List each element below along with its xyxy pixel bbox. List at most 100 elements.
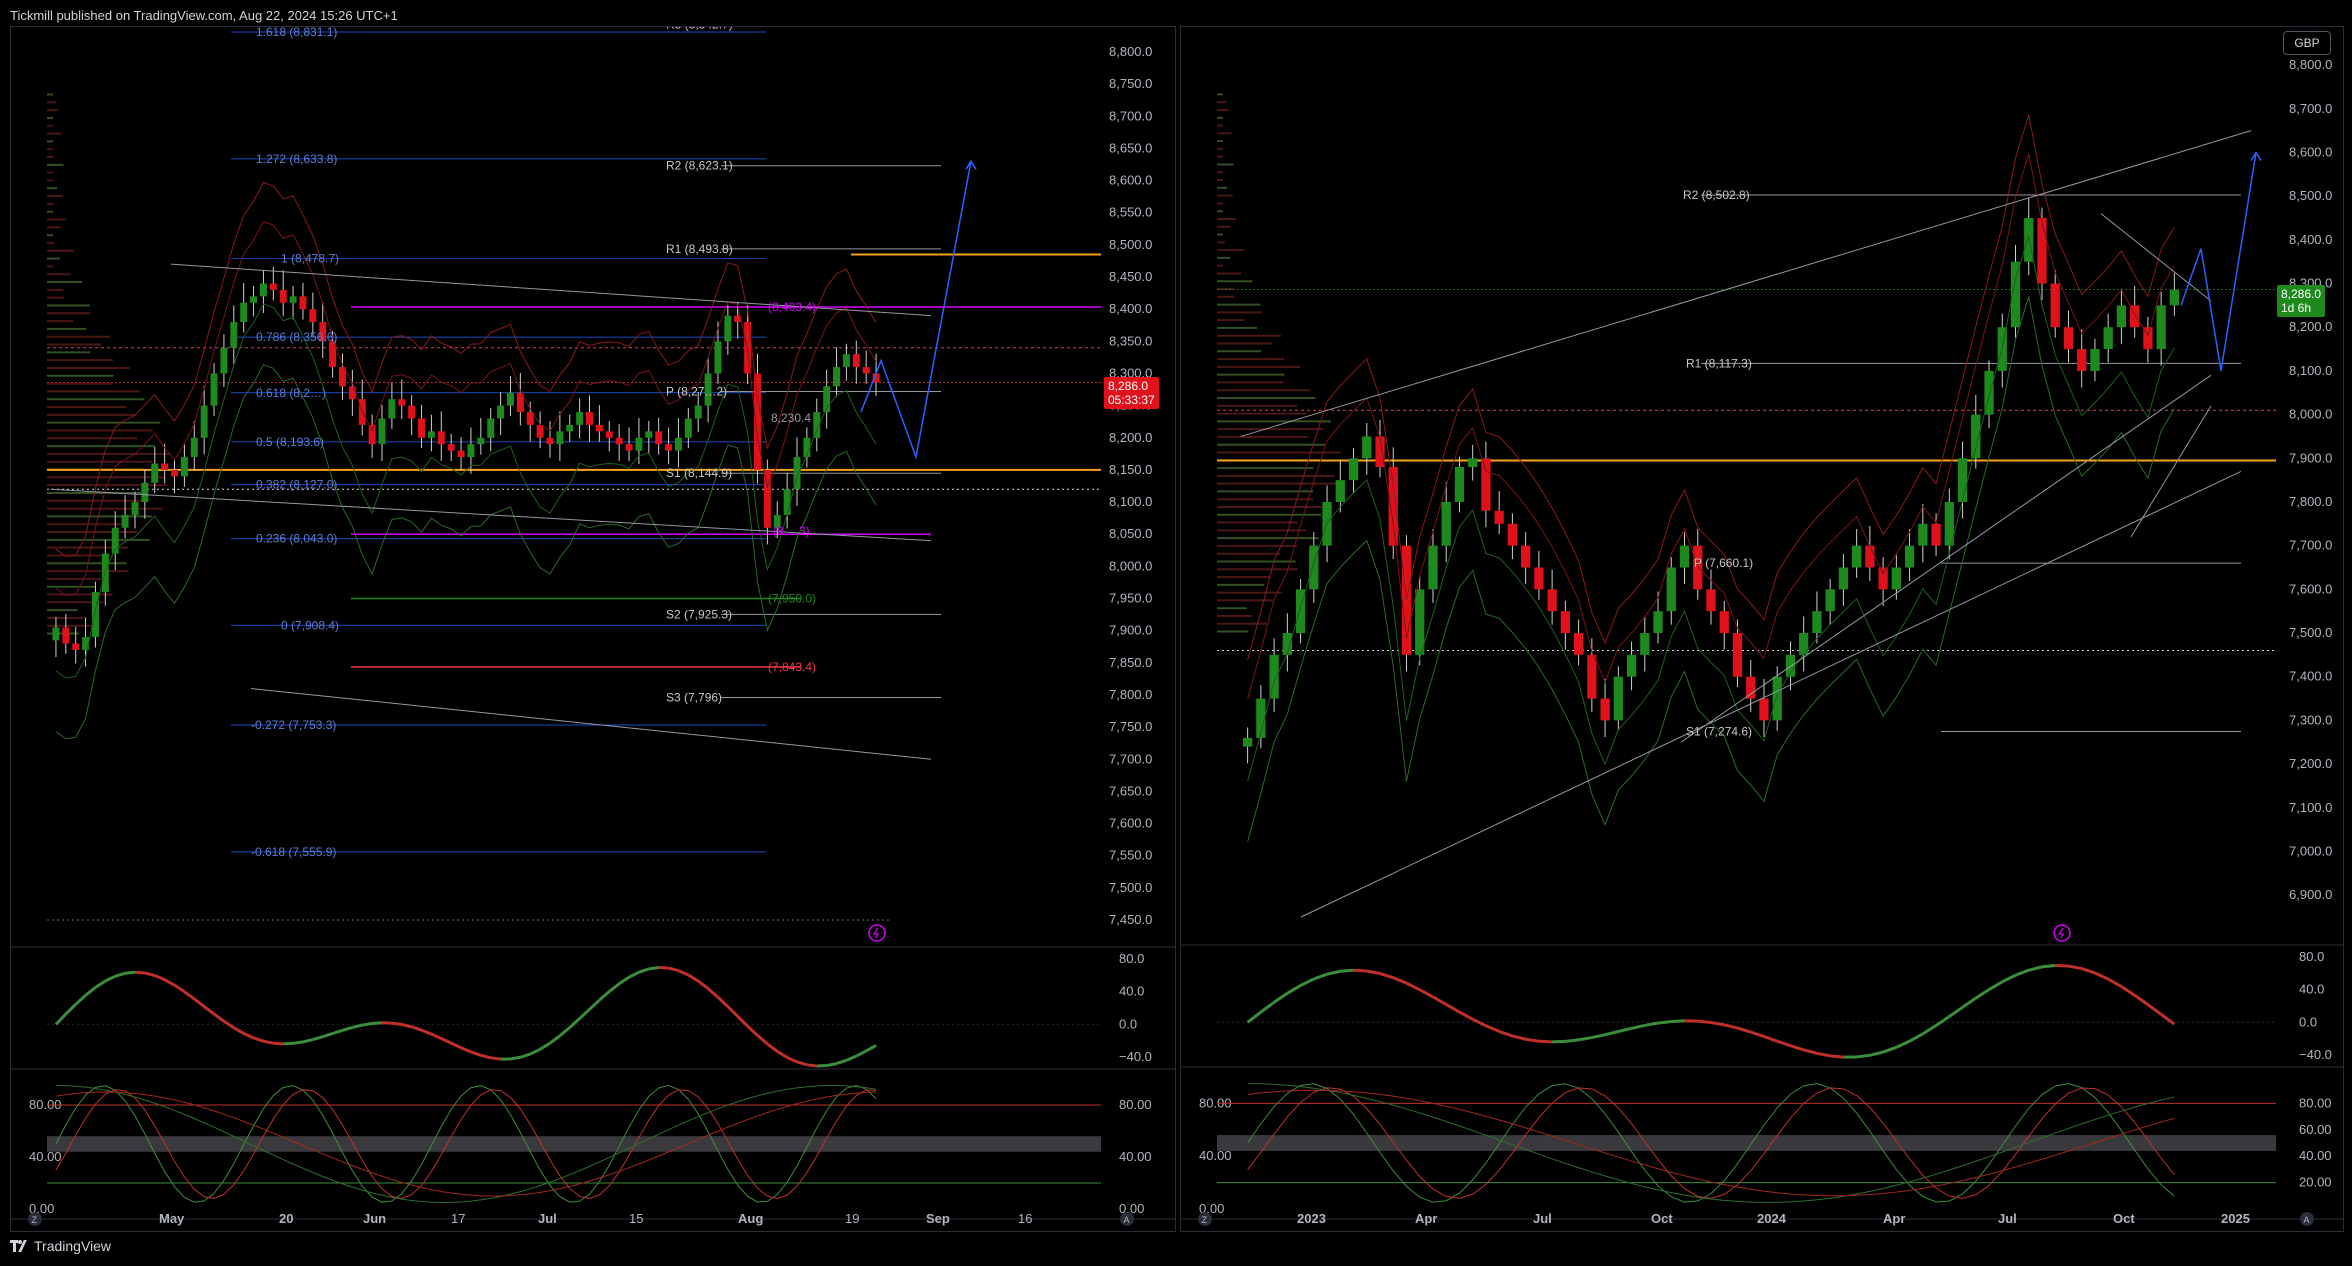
candle-body	[1838, 567, 1849, 590]
candle-body	[507, 392, 514, 406]
candle-body	[1494, 510, 1504, 524]
osc1-segment	[1578, 1036, 1593, 1042]
osc1-segment	[1538, 1039, 1553, 1044]
candle-body	[1269, 654, 1279, 699]
candle-body	[2169, 289, 2180, 306]
price-axis-label: 8,350.0	[1109, 333, 1152, 348]
right-last-price: 8,286.0	[2281, 287, 2322, 301]
candle-body	[1706, 589, 1716, 612]
osc2-right-label: 20.00	[2299, 1175, 2332, 1190]
osc1-axis-label: −40.0	[1119, 1049, 1152, 1064]
osc1-segment	[578, 1008, 591, 1020]
osc1-segment	[568, 1017, 581, 1029]
price-axis-label: 8,800.0	[2289, 57, 2332, 72]
osc1-segment	[1856, 1053, 1871, 1059]
candle-body	[388, 399, 396, 419]
price-axis-label: 8,450.0	[1109, 269, 1152, 284]
candle-body	[2116, 305, 2127, 328]
price-axis-label: 6,900.0	[2289, 887, 2332, 902]
pivot-label: S3 (7,796)	[666, 691, 722, 705]
fib-label: -0.618 (7,555.9)	[251, 845, 336, 859]
candle-body	[62, 627, 70, 644]
left-chart-svg[interactable]: 8,800.0 8,750.0 8,700.0 8,650.0 8,600.0 8,550…	[11, 18, 1175, 1231]
osc1-segment	[391, 1021, 402, 1026]
osc1-segment	[1353, 968, 1367, 973]
candle-body	[694, 405, 702, 419]
price-axis-label: 7,800.0	[1109, 687, 1152, 702]
candle-body	[171, 469, 178, 477]
candle-body	[121, 514, 129, 528]
candle-body	[477, 437, 485, 445]
osc1-segment	[687, 973, 699, 983]
price-axis-label: 7,700.0	[2289, 538, 2332, 553]
candle-body	[714, 341, 722, 374]
trend-line	[1680, 374, 2212, 743]
osc1-segment	[114, 971, 126, 978]
candle-body	[586, 412, 593, 425]
pivot-label: S1 (8,144.9)	[666, 466, 732, 480]
price-axis-label: 7,450.0	[1109, 912, 1152, 927]
price-axis-label: 8,100.0	[1109, 494, 1152, 509]
osc1-segment	[2055, 963, 2069, 968]
candle-body	[2090, 349, 2100, 371]
osc1-axis-label: 80.0	[2299, 949, 2324, 964]
osc1-segment	[1789, 1044, 1805, 1052]
price-axis-label: 8,700.0	[2289, 101, 2332, 116]
candle-body	[1573, 633, 1584, 655]
candle-body	[1428, 545, 1438, 590]
candle-body	[1957, 458, 1968, 502]
candle-body	[1759, 698, 1769, 721]
time-axis-label: Apr	[1415, 1211, 1437, 1226]
right-chart-panel[interactable]: 8,800.0 8,700.0 8,600.0 8,500.0 8,400.0 8,300…	[1180, 26, 2344, 1232]
candle-body	[427, 431, 435, 438]
candle-body	[2063, 327, 2074, 350]
right-chart-svg[interactable]: 8,800.08,700.08,600.08,500.08,400.08,300…	[1181, 27, 2343, 1231]
osc1-segment	[1750, 1030, 1765, 1038]
candle-body	[1626, 654, 1637, 677]
osc1-segment	[786, 1056, 798, 1064]
candle-body	[1904, 545, 1915, 568]
candle-body	[1454, 467, 1465, 502]
fib-label: 0.236 (8,043.0)	[256, 532, 337, 546]
price-axis-label: 8,500.0	[1109, 237, 1152, 252]
osc1-segment	[54, 1013, 67, 1026]
osc1-segment	[213, 1012, 225, 1023]
candle-body	[1825, 589, 1835, 612]
osc1-segment	[322, 1032, 334, 1039]
osc2-right-label: 60.00	[2299, 1122, 2332, 1137]
osc1-segment	[332, 1028, 343, 1035]
candle-body	[1335, 480, 1345, 502]
candle-body	[2103, 327, 2113, 350]
candle-body	[842, 354, 850, 368]
currency-button[interactable]: GBP	[2283, 31, 2331, 55]
candle-body	[1468, 458, 1478, 468]
candle-body	[1852, 545, 1862, 568]
osc1-segment	[460, 1046, 472, 1054]
candle-body	[556, 431, 564, 445]
candle-body	[595, 424, 603, 432]
osc1-segment	[1671, 1019, 1685, 1023]
trend-line	[250, 688, 932, 760]
left-chart-panel[interactable]: 8,800.0 8,750.0 8,700.0 8,650.0 8,600.0 8,550…	[10, 18, 1176, 1232]
osc1-segment	[697, 979, 709, 990]
candle-body	[1931, 523, 1941, 546]
osc1-segment	[302, 1038, 314, 1044]
candle-body	[1560, 611, 1570, 634]
osc1-segment	[2133, 994, 2149, 1006]
time-axis-label: 16	[1018, 1211, 1032, 1226]
time-axis-label: Sep	[926, 1211, 950, 1226]
osc1-segment	[173, 983, 186, 993]
osc1-segment	[480, 1053, 492, 1060]
publish-header: Tickmill published on TradingView.com, A…	[10, 8, 398, 23]
candle-body	[299, 296, 307, 310]
price-axis-label: 7,100.0	[2289, 800, 2332, 815]
candle-body	[457, 450, 465, 458]
osc1-segment	[352, 1023, 363, 1029]
left-last-price-badge: 8,286.0 05:33:37	[1104, 377, 1159, 409]
candle-body	[1772, 676, 1782, 721]
candle-body	[1388, 467, 1398, 546]
candle-body	[240, 302, 248, 323]
osc1-segment	[1286, 984, 1302, 995]
pivot-label: P (8,27…2)	[666, 384, 727, 398]
fib-label: 0.5 (8,193.6)	[256, 435, 324, 449]
